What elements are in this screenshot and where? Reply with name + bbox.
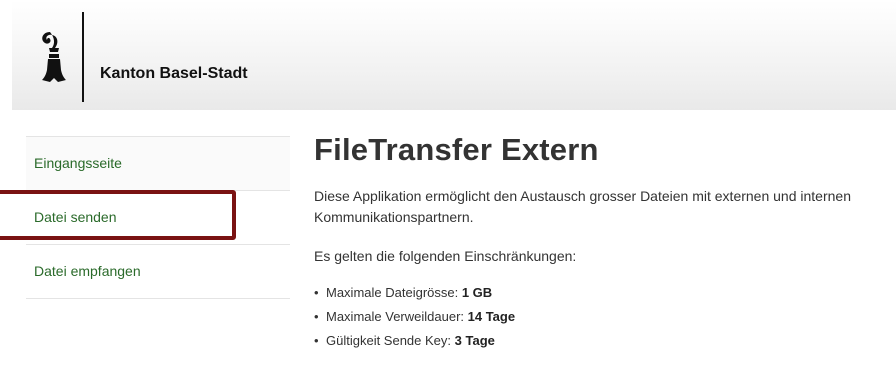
sidebar-item-eingangsseite[interactable]: Eingangsseite: [26, 137, 290, 191]
list-item: Gültigkeit Sende Key: 3 Tage: [314, 329, 884, 353]
sidebar-nav: Eingangsseite Datei senden Datei empfang…: [26, 136, 290, 299]
list-item: Maximale Verweildauer: 14 Tage: [314, 305, 884, 329]
sidebar-item-datei-senden[interactable]: Datei senden: [26, 191, 290, 245]
basel-staff-icon[interactable]: [36, 28, 72, 86]
sidebar-item-datei-empfangen[interactable]: Datei empfangen: [26, 245, 290, 299]
restrictions-list: Maximale Dateigrösse: 1 GB Maximale Verw…: [314, 281, 884, 353]
logo-divider: [82, 12, 84, 102]
intro-text: Diese Applikation ermöglicht den Austaus…: [314, 188, 851, 225]
page-title: FileTransfer Extern: [314, 132, 599, 167]
restrictions-heading: Es gelten die folgenden Einschränkungen:: [314, 248, 577, 264]
org-name[interactable]: Kanton Basel-Stadt: [100, 65, 248, 83]
site-header: Kanton Basel-Stadt: [12, 0, 896, 110]
main-content: FileTransfer Extern Diese Applikation er…: [314, 132, 884, 353]
list-item: Maximale Dateigrösse: 1 GB: [314, 281, 884, 305]
